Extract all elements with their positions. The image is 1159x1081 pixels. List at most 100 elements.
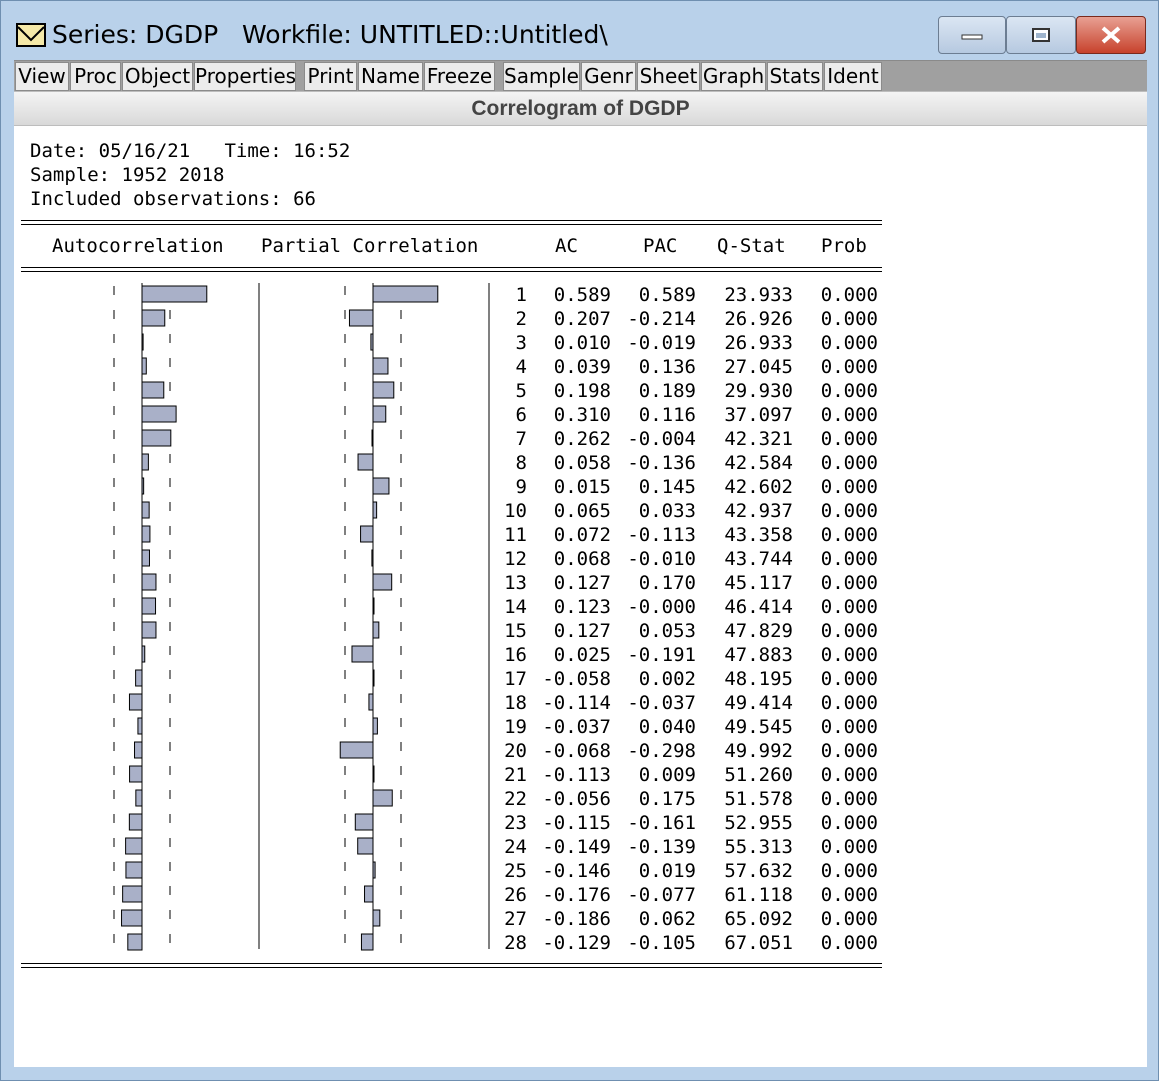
pac-bar xyxy=(370,333,374,351)
prob-cell: 0.000 xyxy=(820,884,878,906)
pac-cell: -0.077 xyxy=(627,884,696,906)
pac-cell: -0.010 xyxy=(627,548,696,570)
pac-bar xyxy=(360,933,374,951)
pac-cell: -0.136 xyxy=(627,452,696,474)
ac-bar xyxy=(141,453,149,471)
pac-cell: -0.000 xyxy=(627,596,696,618)
prob-cell: 0.000 xyxy=(820,308,878,330)
pac-bar xyxy=(348,309,374,327)
maximize-icon xyxy=(1032,28,1050,42)
minimize-icon xyxy=(961,34,983,40)
view-title: Correlogram of DGDP xyxy=(14,91,1147,126)
pac-cell: -0.037 xyxy=(627,692,696,714)
ac-bar xyxy=(141,597,157,615)
maximize-button[interactable] xyxy=(1006,16,1076,54)
ac-bar xyxy=(128,813,143,831)
ac-bar xyxy=(122,885,143,903)
prob-cell: 0.000 xyxy=(820,740,878,762)
pac-cell: 0.175 xyxy=(638,788,696,810)
pac-bar xyxy=(372,597,375,615)
ac-bar xyxy=(141,405,177,423)
prob-cell: 0.000 xyxy=(820,596,878,618)
pac-cell: -0.298 xyxy=(627,740,696,762)
ac-bar xyxy=(141,525,151,543)
pac-bar xyxy=(372,405,387,423)
prob-cell: 0.000 xyxy=(820,812,878,834)
pac-bar xyxy=(339,741,374,759)
ac-bar xyxy=(125,861,143,879)
close-button[interactable] xyxy=(1076,16,1146,54)
ac-bar xyxy=(141,477,145,495)
proc-button[interactable]: Proc xyxy=(70,62,121,91)
ac-bar xyxy=(129,765,143,783)
pac-bar xyxy=(360,525,374,543)
pac-bar xyxy=(372,381,395,399)
pac-cell: -0.004 xyxy=(627,428,696,450)
pac-bar xyxy=(357,837,374,855)
toolbar: View Proc Object Properties Print Name F… xyxy=(14,60,1147,92)
pac-cell: 0.145 xyxy=(638,476,696,498)
pac-cell: 0.019 xyxy=(638,860,696,882)
freeze-button[interactable]: Freeze xyxy=(424,62,495,91)
prob-cell: 0.000 xyxy=(820,692,878,714)
pac-cell: 0.033 xyxy=(638,500,696,522)
pac-cell: 0.170 xyxy=(638,572,696,594)
pac-bar xyxy=(372,573,393,591)
pac-cell: 0.189 xyxy=(638,380,696,402)
ac-bar xyxy=(141,381,165,399)
prob-cell: 0.000 xyxy=(820,284,878,306)
ac-bar xyxy=(137,717,143,735)
pac-bar xyxy=(372,717,378,735)
window-title: Series: DGDP Workfile: UNTITLED::Untitle… xyxy=(52,20,608,49)
pac-cell: 0.136 xyxy=(638,356,696,378)
ac-bar xyxy=(141,621,157,639)
ac-bar xyxy=(134,741,143,759)
minimize-button[interactable] xyxy=(938,16,1006,54)
genr-button[interactable]: Genr xyxy=(581,62,636,91)
pac-cell: -0.105 xyxy=(627,932,696,954)
prob-cell: 0.000 xyxy=(820,908,878,930)
prob-cell: 0.000 xyxy=(820,932,878,954)
pac-cell: -0.139 xyxy=(627,836,696,858)
pac-bar xyxy=(372,909,381,927)
ac-bar xyxy=(141,429,172,447)
ac-bar xyxy=(121,909,143,927)
close-icon xyxy=(1101,26,1121,44)
prob-cell: 0.000 xyxy=(820,716,878,738)
prob-cell: 0.000 xyxy=(820,380,878,402)
prob-cell: 0.000 xyxy=(820,452,878,474)
ident-button[interactable]: Ident xyxy=(824,62,882,91)
prob-cell: 0.000 xyxy=(820,356,878,378)
ac-bar xyxy=(127,933,143,951)
ac-bar xyxy=(141,501,150,519)
view-button[interactable]: View xyxy=(15,62,69,91)
ac-bar xyxy=(141,309,166,327)
pac-cell: -0.214 xyxy=(627,308,696,330)
ac-bar xyxy=(141,645,146,663)
prob-cell: 0.000 xyxy=(820,500,878,522)
pac-bar xyxy=(372,789,393,807)
graph-button[interactable]: Graph xyxy=(701,62,766,91)
properties-button[interactable]: Properties xyxy=(194,62,296,91)
prob-cell: 0.000 xyxy=(820,572,878,594)
name-button[interactable]: Name xyxy=(358,62,423,91)
ac-bar xyxy=(128,693,143,711)
prob-cell: 0.000 xyxy=(820,428,878,450)
object-button[interactable]: Object xyxy=(122,62,193,91)
prob-cell: 0.000 xyxy=(820,524,878,546)
series-window: Series: DGDP Workfile: UNTITLED::Untitle… xyxy=(0,0,1159,1081)
prob-cell: 0.000 xyxy=(820,548,878,570)
pac-bar xyxy=(372,621,380,639)
pac-cell: 0.589 xyxy=(638,284,696,306)
stats-button[interactable]: Stats xyxy=(767,62,823,91)
ac-bar xyxy=(141,333,144,351)
print-button[interactable]: Print xyxy=(304,62,357,91)
pac-cell: 0.040 xyxy=(638,716,696,738)
prob-cell: 0.000 xyxy=(820,668,878,690)
pac-bar xyxy=(351,645,374,663)
prob-cell: 0.000 xyxy=(820,332,878,354)
title-bar[interactable]: Series: DGDP Workfile: UNTITLED::Untitle… xyxy=(1,1,1158,59)
sample-button[interactable]: Sample xyxy=(503,62,580,91)
sheet-button[interactable]: Sheet xyxy=(637,62,700,91)
pac-bar xyxy=(372,765,375,783)
